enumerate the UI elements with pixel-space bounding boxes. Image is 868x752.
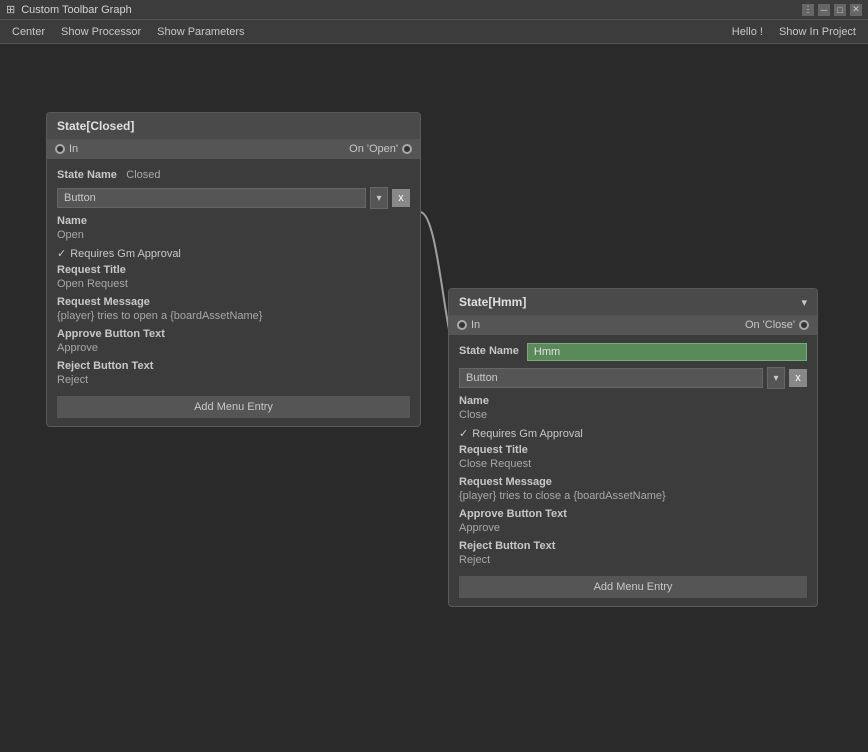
request-title-row-closed: Request Title Open Request (57, 264, 410, 290)
port-out-dot-closed (402, 144, 412, 154)
add-menu-entry-closed[interactable]: Add Menu Entry (57, 396, 410, 418)
show-in-project-button[interactable]: Show In Project (771, 24, 864, 40)
requires-label-closed: Requires Gm Approval (70, 248, 181, 260)
approve-text-value-closed: Approve (57, 342, 410, 354)
approve-text-row-closed: Approve Button Text Approve (57, 328, 410, 354)
node-closed-header: State[Closed] (47, 113, 420, 139)
state-name-input-hmm[interactable] (527, 343, 807, 361)
approve-text-label-closed: Approve Button Text (57, 328, 410, 340)
dropdown-arrow-closed: ▾ (370, 187, 388, 209)
requires-row-hmm: ✓ Requires Gm Approval (459, 427, 807, 440)
minimize-btn[interactable]: ─ (818, 4, 830, 16)
maximize-btn[interactable]: □ (834, 4, 846, 16)
name-value-closed: Open (57, 229, 410, 241)
port-in-closed: In (55, 143, 78, 155)
request-message-value-closed: {player} tries to open a {boardAssetName… (57, 310, 410, 322)
port-in-dot-hmm (457, 320, 467, 330)
node-hmm-dropdown-btn[interactable]: ▾ (801, 296, 807, 309)
node-closed-title: State[Closed] (57, 119, 134, 133)
reject-text-value-hmm: Reject (459, 554, 807, 566)
checkmark-icon-closed: ✓ (57, 247, 66, 260)
request-message-label-closed: Request Message (57, 296, 410, 308)
selector-close-hmm[interactable]: x (789, 369, 807, 387)
name-row-hmm: Name Close (459, 395, 807, 421)
port-in-dot-closed (55, 144, 65, 154)
approve-text-label-hmm: Approve Button Text (459, 508, 807, 520)
name-row-closed: Name Open (57, 215, 410, 241)
add-menu-entry-hmm[interactable]: Add Menu Entry (459, 576, 807, 598)
reject-text-label-hmm: Reject Button Text (459, 540, 807, 552)
approve-text-row-hmm: Approve Button Text Approve (459, 508, 807, 534)
window-title: Custom Toolbar Graph (21, 4, 131, 16)
node-hmm: State[Hmm] ▾ In On 'Close' State Name (448, 288, 818, 607)
dropdown-arrow-hmm: ▾ (767, 367, 785, 389)
button-selector-closed[interactable]: Button (57, 188, 366, 208)
port-in-label-hmm: In (471, 319, 480, 331)
request-title-value-closed: Open Request (57, 278, 410, 290)
port-out-closed: On 'Open' (349, 143, 412, 155)
state-name-label-closed: State Name (57, 169, 117, 181)
checkmark-icon-hmm: ✓ (459, 427, 468, 440)
title-bar: ⊞ Custom Toolbar Graph ⋮ ─ □ ✕ (0, 0, 868, 20)
node-closed-body: State Name Closed Button ▾ x Name Open ✓… (47, 159, 420, 426)
port-out-hmm: On 'Close' (745, 319, 809, 331)
port-out-label-hmm: On 'Close' (745, 319, 795, 331)
state-name-row-hmm: State Name (459, 343, 807, 361)
button-selector-hmm[interactable]: Button (459, 368, 763, 388)
name-label-hmm: Name (459, 395, 807, 407)
port-in-hmm: In (457, 319, 480, 331)
reject-text-value-closed: Reject (57, 374, 410, 386)
reject-text-row-closed: Reject Button Text Reject (57, 360, 410, 386)
reject-text-row-hmm: Reject Button Text Reject (459, 540, 807, 566)
request-title-label-hmm: Request Title (459, 444, 807, 456)
node-hmm-body: State Name Button ▾ x Name Close ✓ Requi… (449, 335, 817, 606)
selector-row-hmm: Button ▾ x (459, 367, 807, 389)
state-name-label-hmm: State Name (459, 345, 519, 357)
node-hmm-ports: In On 'Close' (449, 315, 817, 335)
node-hmm-title: State[Hmm] (459, 295, 526, 309)
state-name-value-closed: Closed (126, 169, 160, 181)
requires-row-closed: ✓ Requires Gm Approval (57, 247, 410, 260)
node-hmm-header: State[Hmm] ▾ (449, 289, 817, 315)
state-name-row-closed: State Name Closed (57, 167, 410, 181)
node-closed-ports: In On 'Open' (47, 139, 420, 159)
window-controls: ⋮ ─ □ ✕ (802, 4, 862, 16)
port-out-dot-hmm (799, 320, 809, 330)
request-message-label-hmm: Request Message (459, 476, 807, 488)
show-parameters-button[interactable]: Show Parameters (149, 20, 252, 43)
node-closed: State[Closed] In On 'Open' State Name Cl… (46, 112, 421, 427)
name-label-closed: Name (57, 215, 410, 227)
request-message-row-closed: Request Message {player} tries to open a… (57, 296, 410, 322)
hello-button[interactable]: Hello ! (724, 24, 771, 40)
approve-text-value-hmm: Approve (459, 522, 807, 534)
close-window-btn[interactable]: ✕ (850, 4, 862, 16)
port-in-label-closed: In (69, 143, 78, 155)
requires-label-hmm: Requires Gm Approval (472, 428, 583, 440)
name-value-hmm: Close (459, 409, 807, 421)
toolbar: Center Show Processor Show Parameters He… (0, 20, 868, 44)
app-icon: ⊞ (6, 3, 15, 16)
show-processor-button[interactable]: Show Processor (53, 20, 149, 43)
center-button[interactable]: Center (4, 20, 53, 43)
canvas-area: State[Closed] In On 'Open' State Name Cl… (0, 44, 868, 752)
selector-close-closed[interactable]: x (392, 189, 410, 207)
reject-text-label-closed: Reject Button Text (57, 360, 410, 372)
menu-dots-btn[interactable]: ⋮ (802, 4, 814, 16)
port-out-label-closed: On 'Open' (349, 143, 398, 155)
request-title-value-hmm: Close Request (459, 458, 807, 470)
request-message-row-hmm: Request Message {player} tries to close … (459, 476, 807, 502)
selector-row-closed: Button ▾ x (57, 187, 410, 209)
request-title-row-hmm: Request Title Close Request (459, 444, 807, 470)
request-message-value-hmm: {player} tries to close a {boardAssetNam… (459, 490, 807, 502)
request-title-label-closed: Request Title (57, 264, 410, 276)
